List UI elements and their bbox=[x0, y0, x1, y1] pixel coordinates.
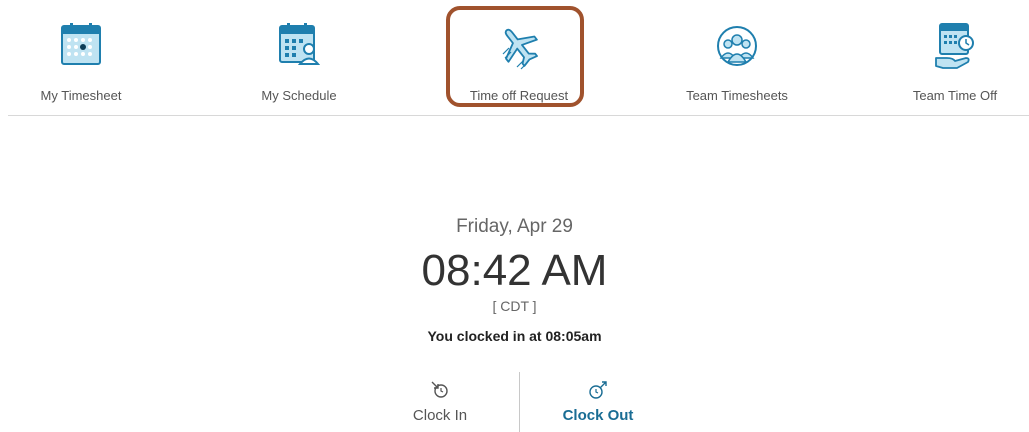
clock-out-label: Clock Out bbox=[562, 407, 634, 424]
team-icon bbox=[717, 26, 757, 66]
nav-item-my-timesheet[interactable]: My Timesheet bbox=[1, 0, 161, 113]
clock-in-icon bbox=[431, 381, 448, 398]
nav-label: Team Time Off bbox=[912, 88, 998, 103]
app-nav: My Timesheet My Schedule Time off Reques… bbox=[0, 0, 1029, 113]
action-divider bbox=[519, 372, 520, 432]
calendar-icon bbox=[61, 23, 101, 65]
highlight-box bbox=[446, 6, 584, 107]
nav-item-team-timesheets[interactable]: Team Timesheets bbox=[657, 0, 817, 113]
current-date: Friday, Apr 29 bbox=[456, 216, 573, 237]
clock-in-label: Clock In bbox=[412, 407, 468, 424]
nav-label: My Timesheet bbox=[40, 88, 122, 103]
nav-label: My Schedule bbox=[261, 88, 337, 103]
nav-divider bbox=[8, 115, 1029, 116]
clock-in-button[interactable]: Clock In bbox=[380, 372, 500, 432]
team-time-off-icon bbox=[935, 23, 974, 69]
clock-actions: Clock In Clock Out bbox=[0, 372, 1029, 432]
clock-out-button[interactable]: Clock Out bbox=[538, 372, 658, 432]
nav-label: Team Timesheets bbox=[686, 88, 788, 103]
timezone-label: [ CDT ] bbox=[492, 298, 537, 314]
nav-item-my-schedule[interactable]: My Schedule bbox=[219, 0, 379, 113]
clock-out-icon bbox=[589, 381, 607, 399]
current-time: 08:42 AM bbox=[421, 246, 608, 295]
schedule-icon bbox=[279, 23, 321, 65]
nav-item-team-time-off[interactable]: Team Time Off bbox=[875, 0, 1029, 113]
clock-status: You clocked in at 08:05am bbox=[427, 328, 602, 344]
